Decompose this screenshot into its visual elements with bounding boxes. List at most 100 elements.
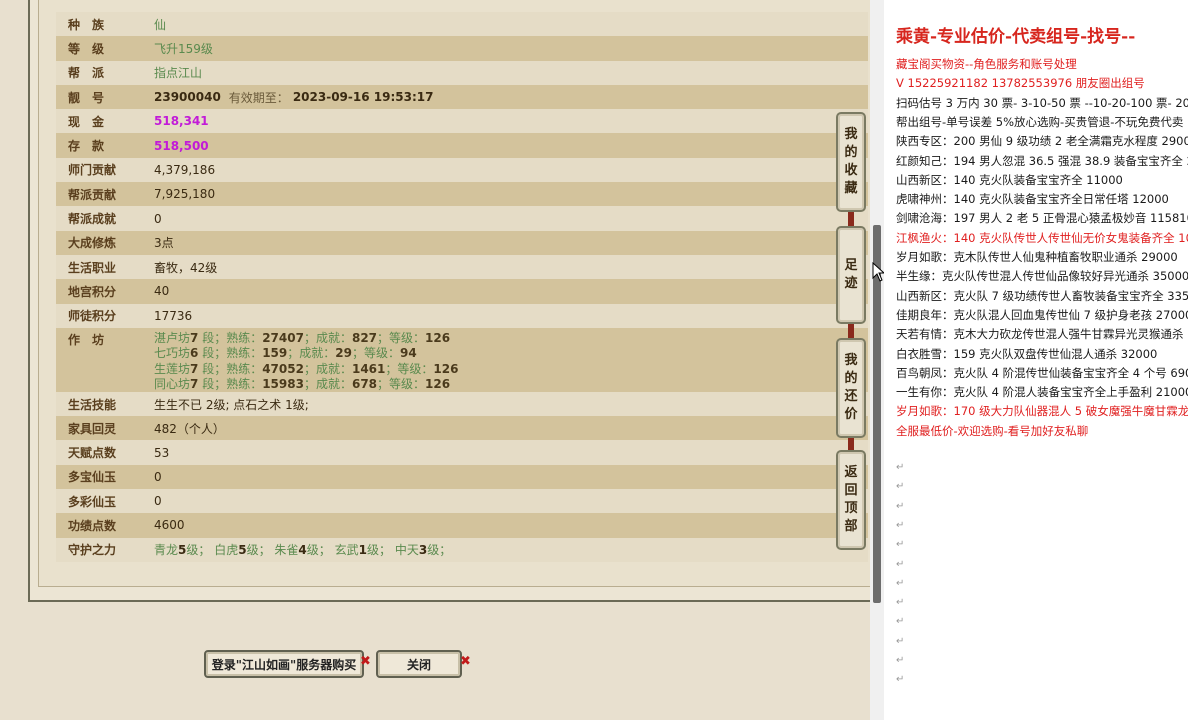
guardian-name: 青龙 (154, 543, 179, 558)
stat-row-workshop: 作 坊 湛卢坊7 段；熟练：27407；成就：827；等级：126 七巧坊6 段；… (56, 327, 868, 393)
workshop-number: 1461 (351, 361, 386, 376)
workshop-number: 94 (400, 346, 417, 361)
stat-row-life-skill: 生活技能 生生不已 2级; 点石之术 1级; (56, 391, 868, 417)
my-favorites-button[interactable]: 我的收藏 (836, 112, 866, 212)
workshop-text: ；等级： (377, 377, 426, 392)
paragraph-mark-icon: ↵ (896, 655, 905, 666)
guardian-suffix: 级； (366, 543, 391, 558)
workshop-text: 同心坊 (154, 377, 191, 392)
guardian-name: 朱雀 (270, 543, 299, 558)
stat-label: 生活技能 (68, 397, 117, 412)
stat-row-guardian: 守护之力 青龙5级； 白虎5级； 朱雀4级； 玄武1级； 中天3级； (56, 537, 868, 562)
doc-line: 天若有情：克木大力砍龙传世混人强牛甘霖异光灵猴通杀 (896, 327, 1184, 342)
workshop-number: 15983 (262, 377, 304, 392)
workshop-line: 同心坊7 段；熟练：15983；成就：678；等级：126 (154, 377, 458, 393)
button-char: 部 (844, 519, 858, 534)
guardian-level: 5 (238, 543, 247, 558)
guardian-level: 1 (358, 543, 367, 558)
workshop-text: 湛卢坊 (154, 330, 191, 345)
document-panel[interactable]: 乘黄-专业估价-代卖组号-找号-- 藏宝阁买物资--角色服务和账号处理 V 152… (884, 0, 1188, 720)
stat-row-mentor-points: 师徒积分 17736 (56, 303, 868, 328)
stat-row-life-job: 生活职业 畜牧，42级 (56, 254, 868, 280)
workshop-number: 827 (351, 330, 378, 345)
button-char: 收 (844, 163, 858, 178)
button-char: 还 (844, 389, 858, 404)
workshop-text: 段；熟练： (198, 346, 263, 361)
workshop-text: ；等级： (385, 361, 434, 376)
stat-value: 0 (154, 494, 162, 509)
doc-line: 江枫渔火：140 克火队传世人传世仙无价女鬼装备齐全 10 (896, 230, 1188, 245)
button-char: 顶 (844, 501, 858, 516)
doc-line: 帮出组号-单号误差 5%放心选购-买贵管退-不玩免费代卖 (896, 114, 1184, 129)
stat-value: 53 (154, 445, 170, 460)
doc-line: 佳期良年：克火队混人回血鬼传世仙 7 级护身老孩 27000 (896, 307, 1188, 322)
login-buy-button[interactable]: 登录"江山如画"服务器购买 (204, 650, 364, 678)
stat-label: 地宫积分 (68, 284, 117, 299)
stat-value: 7,925,180 (154, 187, 216, 202)
stat-value: 仙 (154, 17, 167, 32)
doc-line: 山西新区：140 克火队装备宝宝齐全 11000 (896, 172, 1123, 187)
paragraph-mark-icon: ↵ (896, 519, 905, 531)
stat-value: 0 (154, 469, 162, 484)
guardian-list: 青龙5级； 白虎5级； 朱雀4级； 玄武1级； 中天3级； (154, 541, 451, 558)
paragraph-mark-icon: ↵ (896, 539, 905, 551)
stat-value: 4,379,186 (154, 162, 216, 177)
stat-label: 多宝仙玉 (68, 470, 117, 485)
button-char: 我 (844, 353, 858, 368)
workshop-line: 湛卢坊7 段；熟练：27407；成就：827；等级：126 (154, 331, 458, 347)
stat-row-faction: 帮 派 指点江山 (56, 60, 868, 85)
workshop-text: ；成就： (303, 330, 352, 345)
stat-label: 现 金 (68, 114, 105, 129)
stat-label: 多彩仙玉 (68, 494, 117, 509)
stat-label: 靓 号 (68, 90, 105, 105)
close-x-icon: ✖ (360, 654, 371, 669)
paragraph-mark-icon: ↵ (896, 481, 905, 493)
workshop-text: ；成就： (303, 377, 352, 392)
guardian-level: 4 (298, 543, 307, 558)
stat-row-merit: 功绩点数 4600 (56, 513, 868, 538)
stat-value: 518,500 (154, 138, 209, 153)
stat-row-level: 等 级 飞升159级 (56, 36, 868, 61)
workshop-line: 生莲坊7 段；熟练：47052；成就：1461；等级：126 (154, 362, 458, 378)
close-button[interactable]: 关闭 (376, 650, 462, 678)
stat-label: 作 坊 (68, 332, 105, 347)
guardian-suffix: 级； (306, 543, 331, 558)
stat-row-dungeon-points: 地宫积分 40 (56, 279, 868, 304)
guardian-name: 玄武 (330, 543, 359, 558)
workshop-number: 126 (425, 330, 451, 345)
stat-value: 40 (154, 284, 170, 299)
button-char: 足 (844, 258, 858, 273)
workshop-text: ；等级： (377, 330, 426, 345)
my-bargain-button[interactable]: 我的还价 (836, 338, 866, 438)
workshop-number: 678 (351, 377, 378, 392)
back-to-top-button[interactable]: 返回顶部 (836, 450, 866, 550)
doc-line: 百鸟朝凤：克火队 4 阶混传世仙装备宝宝齐全 4 个号 6900 (896, 365, 1188, 380)
workshop-text: ；成就： (303, 361, 352, 376)
stat-label: 等 级 (68, 41, 105, 56)
stat-row-race: 种 族 仙 (56, 12, 868, 37)
stat-row-faction-contrib: 帮派贡献 7,925,180 (56, 182, 868, 207)
button-char: 返 (844, 465, 858, 480)
stat-row-jade2: 多彩仙玉 0 (56, 489, 868, 514)
scrollbar[interactable] (870, 0, 884, 720)
workshop-number: 159 (262, 346, 288, 361)
stat-value: 17736 (154, 308, 193, 323)
stat-label: 师徒积分 (68, 309, 117, 324)
paragraph-mark-icon: ↵ (896, 577, 905, 589)
workshop-line: 七巧坊6 段；熟练：159；成就：29；等级：94 (154, 346, 458, 362)
doc-line: 岁月如歌：170 级大力队仙器混人 5 破女魔强牛魔甘霖龙 (896, 404, 1188, 419)
workshop-text: 段；熟练： (198, 330, 263, 345)
stat-label: 帮 派 (68, 66, 105, 81)
guardian-suffix: 级； (427, 543, 452, 558)
footprint-button[interactable]: 足迹 (836, 226, 866, 324)
doc-line: 半生缘：克火队传世混人传世仙品像较好异光通杀 35000 (896, 269, 1188, 284)
paragraph-mark-icon: ↵ (896, 462, 905, 473)
stat-value: 518,341 (154, 114, 209, 129)
stat-value: 指点江山 (154, 66, 203, 81)
paragraph-mark-icon: ↵ (896, 674, 905, 686)
stat-value: 23900040 (154, 90, 221, 105)
stat-label: 种 族 (68, 17, 105, 32)
doc-line: 扫码估号 3 万内 30 票- 3-10-50 票 --10-20-100 票-… (896, 95, 1188, 110)
doc-line: 剑啸沧海：197 男人 2 老 5 正骨混心猿孟极妙音 115810 (896, 211, 1188, 226)
stat-value: 飞升159级 (154, 41, 213, 56)
